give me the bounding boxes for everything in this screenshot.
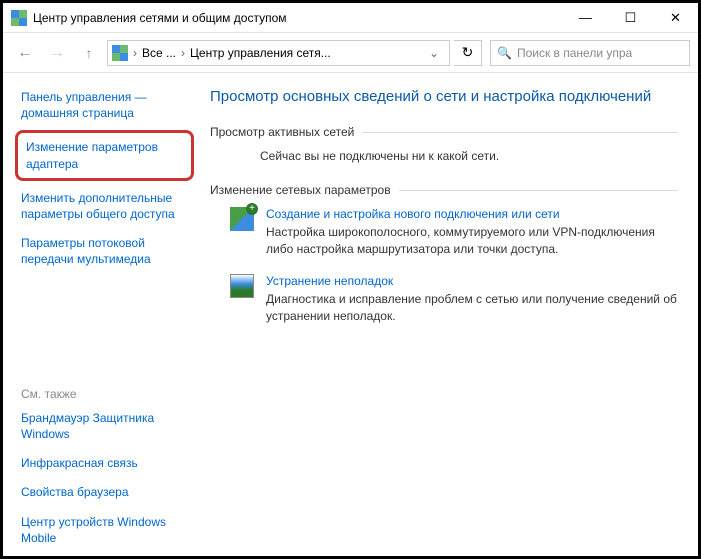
window-title: Центр управления сетями и общим доступом (33, 11, 563, 25)
forward-button[interactable]: → (43, 39, 71, 67)
navbar: ← → ↑ › Все ... › Центр управления сетя.… (3, 33, 698, 73)
see-also-infrared[interactable]: Инфракрасная связь (21, 455, 188, 471)
action-setup-connection: Создание и настройка нового подключения … (230, 207, 678, 258)
action-troubleshoot: Устранение неполадок Диагностика и испра… (230, 274, 678, 325)
see-also-mobile[interactable]: Центр устройств Windows Mobile (21, 514, 188, 546)
setup-connection-icon (230, 207, 254, 231)
change-settings-title: Изменение сетевых параметров (210, 183, 678, 197)
sidebar: Панель управления — домашняя страница Из… (3, 73, 198, 556)
action-setup-title[interactable]: Создание и настройка нового подключения … (266, 207, 678, 221)
see-also-label: См. также (21, 387, 188, 401)
search-placeholder: Поиск в панели упра (517, 46, 632, 60)
content: Панель управления — домашняя страница Из… (3, 73, 698, 556)
action-setup-desc: Настройка широкополосного, коммутируемог… (266, 224, 678, 258)
breadcrumb-seg1[interactable]: Все ... (142, 46, 176, 60)
active-networks-body: Сейчас вы не подключены ни к какой сети. (210, 149, 678, 163)
main-panel: Просмотр основных сведений о сети и наст… (198, 73, 698, 556)
action-troubleshoot-desc: Диагностика и исправление проблем с сеть… (266, 291, 678, 325)
chevron-right-icon[interactable]: › (130, 46, 140, 60)
search-input[interactable]: 🔍 Поиск в панели упра (490, 40, 690, 66)
active-networks-title: Просмотр активных сетей (210, 125, 678, 139)
close-button[interactable]: ✕ (653, 3, 698, 32)
up-button[interactable]: ↑ (75, 39, 103, 67)
refresh-button[interactable]: ↻ (454, 40, 482, 66)
breadcrumb[interactable]: › Все ... › Центр управления сетя... ⌄ (107, 40, 450, 66)
chevron-right-icon[interactable]: › (178, 46, 188, 60)
sidebar-media-streaming-link[interactable]: Параметры потоковой передачи мультимедиа (21, 235, 188, 267)
app-icon (11, 10, 27, 26)
maximize-button[interactable]: ☐ (608, 3, 653, 32)
breadcrumb-seg2[interactable]: Центр управления сетя... (190, 46, 331, 60)
troubleshoot-icon (230, 274, 254, 298)
back-button[interactable]: ← (11, 39, 39, 67)
see-also-firewall[interactable]: Брандмауэр Защитника Windows (21, 410, 188, 442)
minimize-button[interactable]: — (563, 3, 608, 32)
search-icon: 🔍 (497, 46, 512, 60)
sidebar-adapter-settings-link[interactable]: Изменение параметров адаптера (15, 130, 194, 180)
sidebar-advanced-sharing-link[interactable]: Изменить дополнительные параметры общего… (21, 190, 188, 222)
breadcrumb-icon (112, 45, 128, 61)
titlebar: Центр управления сетями и общим доступом… (3, 3, 698, 33)
window-controls: — ☐ ✕ (563, 3, 698, 32)
breadcrumb-dropdown[interactable]: ⌄ (423, 46, 445, 60)
see-also-browser[interactable]: Свойства браузера (21, 484, 188, 500)
page-heading: Просмотр основных сведений о сети и наст… (210, 87, 678, 107)
sidebar-home-link[interactable]: Панель управления — домашняя страница (21, 89, 188, 121)
action-troubleshoot-title[interactable]: Устранение неполадок (266, 274, 678, 288)
